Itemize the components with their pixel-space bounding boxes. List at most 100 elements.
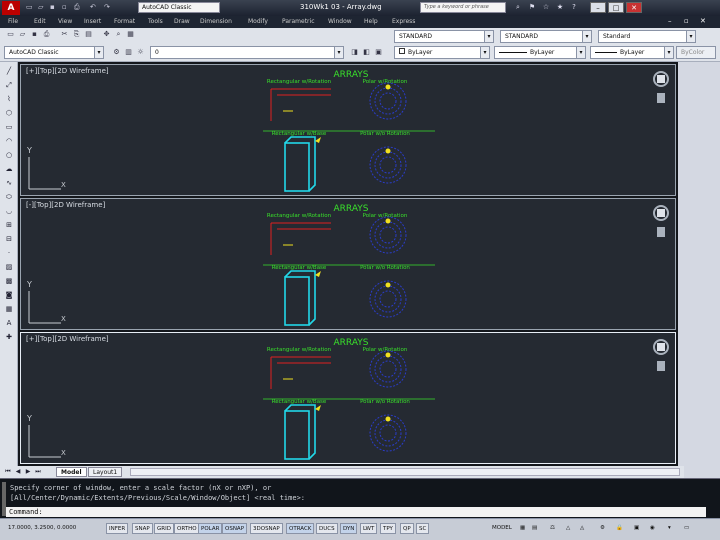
save-icon[interactable]: ▪ bbox=[50, 3, 55, 11]
cyan-box-side[interactable] bbox=[284, 136, 316, 192]
ducs-button[interactable]: DUCS bbox=[316, 523, 338, 534]
minimize-button[interactable]: – bbox=[590, 2, 606, 13]
qp-button[interactable]: QP bbox=[400, 523, 414, 534]
ucs-x-label[interactable]: X bbox=[61, 181, 66, 189]
table-style-combo[interactable]: Standard ▾ bbox=[598, 30, 696, 43]
new-file-icon[interactable]: ▭ bbox=[26, 3, 33, 11]
search-input[interactable]: Type a keyword or phrase bbox=[420, 2, 506, 13]
status-menu-icon[interactable]: ▾ bbox=[668, 523, 671, 534]
undo-icon[interactable]: ↶ bbox=[90, 3, 96, 11]
ucs-y-label[interactable]: Y bbox=[26, 414, 32, 423]
chevron-down-icon[interactable]: ▾ bbox=[686, 31, 695, 42]
dim-style-combo[interactable]: STANDARD ▾ bbox=[500, 30, 592, 43]
viewcube-face[interactable] bbox=[657, 343, 665, 351]
viewcube-face[interactable] bbox=[657, 75, 665, 83]
menu-view[interactable]: View bbox=[58, 18, 72, 25]
pan-icon[interactable]: ✥ bbox=[102, 30, 111, 39]
spline-icon[interactable]: ∿ bbox=[4, 178, 14, 188]
viewport-label[interactable]: [+][Top][2D Wireframe] bbox=[26, 67, 109, 75]
plot-tool-icon[interactable]: ⎙ bbox=[42, 30, 51, 39]
cyan-box-front[interactable] bbox=[284, 142, 310, 192]
polar2-circle-2[interactable] bbox=[379, 156, 397, 174]
quick-view-layouts-icon[interactable]: ▦ bbox=[520, 523, 525, 534]
layer-properties-icon[interactable]: ▥ bbox=[124, 48, 133, 57]
menu-help[interactable]: Help bbox=[364, 18, 378, 25]
line-icon[interactable]: ╱ bbox=[4, 66, 14, 76]
cut-icon[interactable]: ✂ bbox=[60, 30, 69, 39]
ucs-x-label[interactable]: X bbox=[61, 449, 66, 457]
arc-icon[interactable]: ◠ bbox=[4, 136, 14, 146]
sc-button[interactable]: SC bbox=[416, 523, 430, 534]
rect-path-label[interactable]: Rectangular w/Rotation bbox=[267, 79, 332, 85]
revcloud-icon[interactable]: ☁ bbox=[4, 164, 14, 174]
subscription-icon[interactable]: ⚑ bbox=[526, 2, 538, 13]
yellow-grip[interactable] bbox=[315, 137, 321, 143]
chevron-down-icon[interactable]: ▾ bbox=[576, 47, 585, 58]
polar-circle-2[interactable] bbox=[379, 92, 397, 110]
hardware-acceleration-icon[interactable]: ▣ bbox=[634, 523, 639, 534]
polar-circle-1[interactable] bbox=[374, 221, 402, 249]
lwt-button[interactable]: LWT bbox=[360, 523, 378, 534]
chevron-down-icon[interactable]: ▾ bbox=[480, 47, 489, 58]
menu-format[interactable]: Format bbox=[114, 18, 135, 25]
polar-rot-label[interactable]: Polar w/Rotation bbox=[363, 79, 408, 85]
menu-draw[interactable]: Draw bbox=[174, 18, 190, 25]
rect-path-label[interactable]: Rectangular w/Rotation bbox=[267, 213, 332, 219]
polar2-circle-2[interactable] bbox=[379, 424, 397, 442]
polar2-marker[interactable] bbox=[385, 148, 391, 154]
help-icon[interactable]: ? bbox=[568, 2, 580, 13]
polar-no-rot-label[interactable]: Polar w/o Rotation bbox=[360, 265, 410, 271]
region-icon[interactable]: ◙ bbox=[4, 290, 14, 300]
clean-screen-icon[interactable]: ▭ bbox=[684, 523, 689, 534]
rect-base-label[interactable]: Rectangular w/Base bbox=[272, 265, 327, 271]
viewport-3[interactable]: ARRAYS Rectangular w/Rotation Polar w/Rota… bbox=[20, 332, 676, 464]
menu-file[interactable]: File bbox=[8, 18, 18, 25]
insert-block-icon[interactable]: ⊞ bbox=[4, 220, 14, 230]
polar-rot-label[interactable]: Polar w/Rotation bbox=[363, 213, 408, 219]
viewport-canvas[interactable]: ARRAYSRectangular w/Rotation Polar w/Rota… bbox=[21, 65, 676, 196]
chevron-down-icon[interactable]: ▾ bbox=[94, 47, 103, 58]
polar-rot-label[interactable]: Polar w/Rotation bbox=[363, 347, 408, 353]
polar2-circle-2[interactable] bbox=[379, 290, 397, 308]
grid-button[interactable]: GRID bbox=[154, 523, 174, 534]
polyline-icon[interactable]: ⌇ bbox=[4, 94, 14, 104]
polar2-circle-1[interactable] bbox=[374, 419, 402, 447]
cyan-box-front[interactable] bbox=[284, 410, 310, 460]
open-file-icon[interactable]: ▱ bbox=[38, 3, 43, 11]
polar2-circle-1[interactable] bbox=[374, 151, 402, 179]
properties-icon[interactable]: ▦ bbox=[126, 30, 135, 39]
last-tab-icon[interactable]: ⏭ bbox=[34, 468, 42, 476]
favorites-icon[interactable]: ★ bbox=[554, 2, 566, 13]
horizontal-scrollbar[interactable] bbox=[130, 468, 680, 476]
tpy-button[interactable]: TPY bbox=[380, 523, 396, 534]
rect-base-label[interactable]: Rectangular w/Base bbox=[272, 131, 327, 137]
qnew-icon[interactable]: ▭ bbox=[6, 30, 15, 39]
tab-layout1[interactable]: Layout1 bbox=[88, 467, 123, 477]
text-style-combo[interactable]: STANDARD ▾ bbox=[394, 30, 494, 43]
menu-parametric[interactable]: Parametric bbox=[282, 18, 315, 25]
polar-marker[interactable] bbox=[385, 84, 391, 90]
rectangle-icon[interactable]: ▭ bbox=[4, 122, 14, 132]
chevron-down-icon[interactable]: ▾ bbox=[334, 47, 343, 58]
drawing-area[interactable]: ARRAYS Rectangular w/Rotation Polar w/Rota… bbox=[18, 62, 678, 466]
viewport-label[interactable]: [+][Top][2D Wireframe] bbox=[26, 335, 109, 343]
menu-window[interactable]: Window bbox=[328, 18, 352, 25]
menu-tools[interactable]: Tools bbox=[148, 18, 163, 25]
polar2-marker[interactable] bbox=[385, 416, 391, 422]
dyn-button[interactable]: DYN bbox=[340, 523, 358, 534]
rect-base-label[interactable]: Rectangular w/Base bbox=[272, 399, 327, 405]
lock-icon[interactable]: 🔒 bbox=[616, 523, 623, 534]
circle-icon[interactable]: ○ bbox=[4, 150, 14, 160]
menu-modify[interactable]: Modify bbox=[248, 18, 268, 25]
viewport-2[interactable]: ARRAYS Rectangular w/Rotation Polar w/Rota… bbox=[20, 198, 676, 330]
first-tab-icon[interactable]: ⏮ bbox=[4, 468, 12, 476]
model-space-label[interactable]: MODEL bbox=[492, 523, 512, 534]
doc-close-icon[interactable]: ✕ bbox=[700, 17, 706, 25]
layer-previous-icon[interactable]: ◧ bbox=[362, 48, 371, 57]
linetype-combo[interactable]: ByLayer ▾ bbox=[494, 46, 586, 59]
nav-bar[interactable] bbox=[657, 227, 665, 237]
polar-marker[interactable] bbox=[385, 218, 391, 224]
infer-button[interactable]: INFER bbox=[106, 523, 129, 534]
nav-bar[interactable] bbox=[657, 361, 665, 371]
viewport-1[interactable]: ARRAYS Rectangular w/Rotation Polar w/Rota… bbox=[20, 64, 676, 196]
